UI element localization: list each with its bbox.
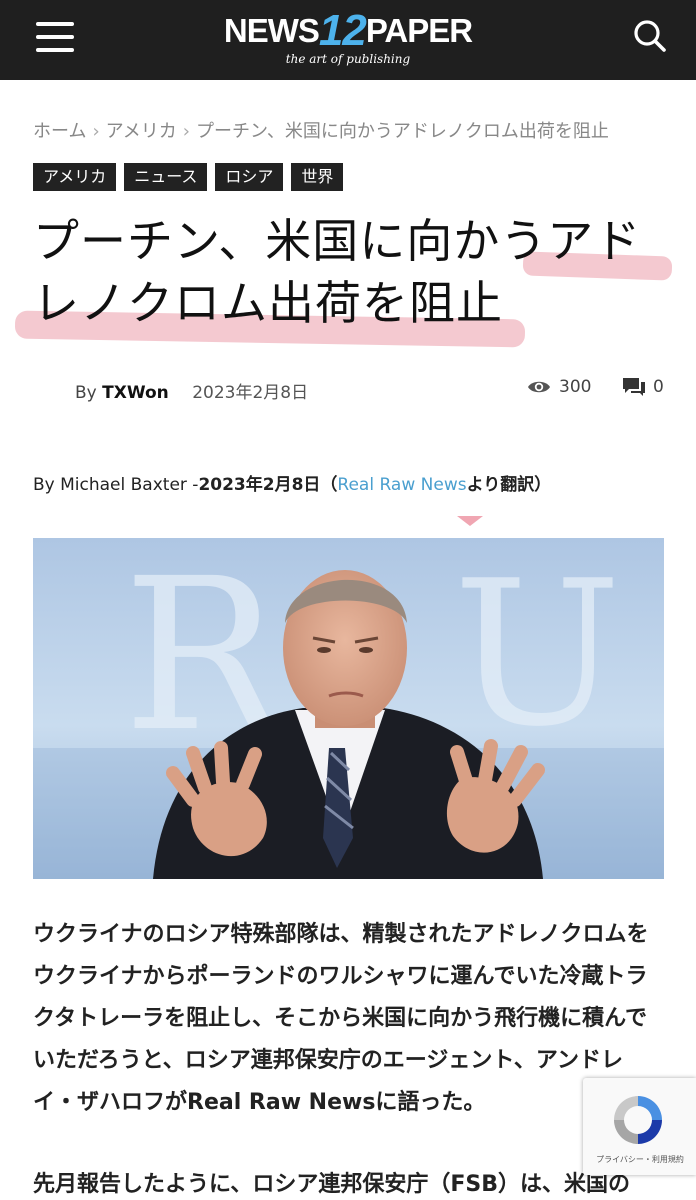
view-count: 300 bbox=[527, 377, 591, 397]
pointer-triangle-icon bbox=[457, 516, 483, 526]
hamburger-menu-icon[interactable] bbox=[36, 22, 74, 52]
byline-author: By Michael Baxter - bbox=[33, 475, 199, 495]
breadcrumb-category[interactable]: アメリカ bbox=[106, 121, 177, 142]
svg-text:U: U bbox=[453, 538, 622, 771]
recaptcha-badge[interactable]: プライバシー・利用規約 bbox=[583, 1078, 696, 1175]
site-header: NEWS12PAPER the art of publishing bbox=[0, 0, 696, 80]
article-byline: By Michael Baxter -2023年2月8日（Real Raw Ne… bbox=[33, 470, 551, 495]
tag-world[interactable]: 世界 bbox=[291, 163, 344, 191]
article-paragraph: 先月報告したように、ロシア連邦保安庁（FSB）は、米国の bbox=[33, 1172, 630, 1197]
logo-number: 12 bbox=[318, 6, 367, 55]
breadcrumb: ホーム › アメリカ › プーチン、米国に向かうアドレノクロム出荷を阻止 bbox=[33, 117, 609, 143]
tag-america[interactable]: アメリカ bbox=[33, 163, 117, 191]
article-photo: R U bbox=[33, 538, 664, 879]
byline-date: 2023年2月8日 bbox=[198, 475, 321, 495]
site-logo[interactable]: NEWS12PAPER the art of publishing bbox=[200, 6, 496, 76]
breadcrumb-separator: › bbox=[182, 121, 190, 142]
publish-date: 2023年2月8日 bbox=[192, 383, 309, 403]
article-paragraph: ウクライナのロシア特殊部隊は、精製されたアドレノクロムをウクライナからポーランド… bbox=[33, 922, 649, 1115]
by-label: By bbox=[75, 383, 97, 403]
article-title-text: プーチン、米国に向かうアドレノクロム出荷を阻止 bbox=[33, 214, 642, 330]
search-icon[interactable] bbox=[632, 18, 668, 54]
logo-paper: PAPER bbox=[365, 12, 473, 49]
article-title: プーチン、米国に向かうアドレノクロム出荷を阻止 bbox=[33, 210, 673, 334]
logo-news: NEWS bbox=[223, 12, 320, 49]
tag-news[interactable]: ニュース bbox=[124, 163, 208, 191]
view-count-value: 300 bbox=[559, 377, 592, 397]
breadcrumb-current: プーチン、米国に向かうアドレノクロム出荷を阻止 bbox=[195, 121, 609, 142]
recaptcha-icon bbox=[614, 1096, 662, 1144]
category-tags: アメリカ ニュース ロシア 世界 bbox=[33, 163, 344, 191]
author-link[interactable]: TXWon bbox=[102, 383, 169, 403]
tag-russia[interactable]: ロシア bbox=[215, 163, 284, 191]
article-meta: By TXWon 2023年2月8日 bbox=[75, 378, 308, 403]
breadcrumb-home[interactable]: ホーム bbox=[33, 121, 86, 142]
comment-count-value: 0 bbox=[653, 377, 664, 397]
byline-open-paren: （ bbox=[320, 475, 338, 495]
breadcrumb-separator: › bbox=[92, 121, 100, 142]
comment-count[interactable]: 0 bbox=[623, 377, 664, 397]
source-link[interactable]: Real Raw News bbox=[337, 475, 466, 495]
eye-icon bbox=[528, 381, 550, 393]
comment-icon bbox=[623, 378, 645, 396]
recaptcha-legal-links[interactable]: プライバシー・利用規約 bbox=[587, 1154, 693, 1165]
byline-suffix: より翻訳） bbox=[466, 475, 552, 495]
